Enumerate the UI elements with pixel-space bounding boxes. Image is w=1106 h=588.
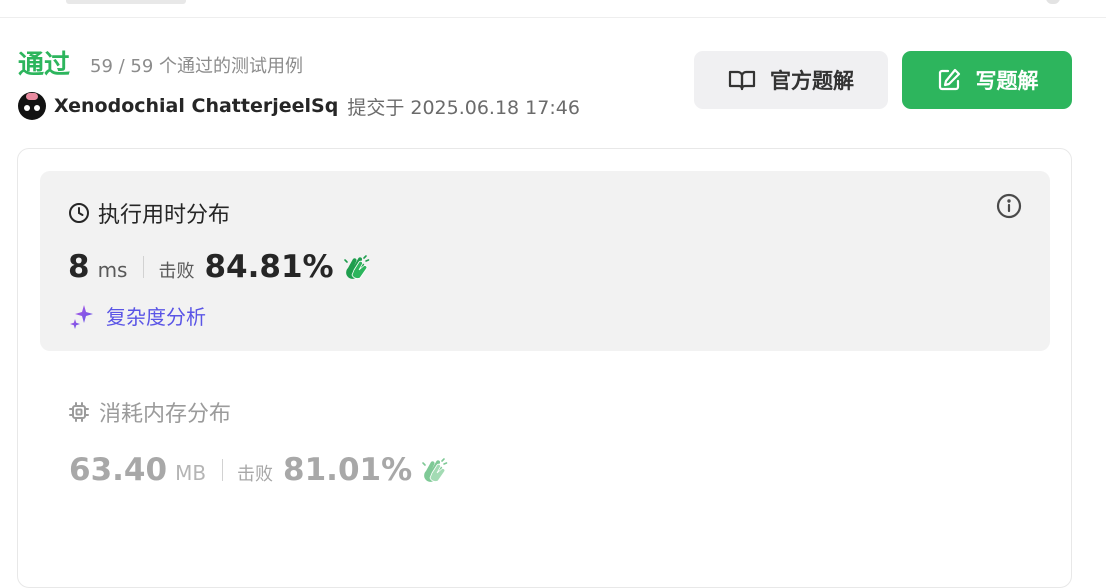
runtime-beat-percent: 84.81% bbox=[204, 249, 334, 285]
memory-beat-percent: 81.01% bbox=[283, 452, 413, 488]
sparkles-icon bbox=[68, 302, 96, 330]
write-solution-label: 写题解 bbox=[975, 69, 1039, 93]
official-solution-button[interactable]: 官方题解 bbox=[694, 51, 888, 109]
official-solution-label: 官方题解 bbox=[770, 69, 854, 93]
runtime-title-row: 执行用时分布 bbox=[68, 197, 230, 229]
top-bar bbox=[0, 0, 1106, 18]
memory-beat-label: 击败 bbox=[237, 464, 274, 485]
runtime-value: 8 bbox=[68, 249, 90, 285]
runtime-metric-row: 8 ms 击败 84.81% bbox=[68, 249, 370, 285]
clapping-hands-icon bbox=[420, 456, 448, 484]
result-card: 执行用时分布 8 ms 击败 84.81% 复杂度分析 bbox=[17, 148, 1072, 588]
memory-title-row[interactable]: 消耗内存分布 bbox=[67, 396, 231, 428]
runtime-beat-label: 击败 bbox=[158, 261, 195, 282]
runtime-panel[interactable]: 执行用时分布 8 ms 击败 84.81% 复杂度分析 bbox=[40, 171, 1050, 351]
memory-metric-row[interactable]: 63.40 MB 击败 81.01% bbox=[69, 452, 448, 488]
memory-title: 消耗内存分布 bbox=[99, 402, 232, 427]
submission-status: 通过 bbox=[18, 50, 71, 80]
runtime-title: 执行用时分布 bbox=[98, 203, 231, 228]
complexity-label: 复杂度分析 bbox=[106, 305, 206, 329]
author-row: Xenodochial ChatterjeelSq 提交于 2025.06.18… bbox=[18, 92, 580, 120]
memory-unit: MB bbox=[175, 461, 207, 485]
runtime-unit: ms bbox=[97, 258, 128, 282]
chip-icon bbox=[67, 400, 91, 424]
write-solution-button[interactable]: 写题解 bbox=[902, 51, 1072, 109]
test-case-summary: 59 / 59 个通过的测试用例 bbox=[90, 56, 304, 77]
edit-icon bbox=[936, 67, 962, 93]
avatar[interactable] bbox=[18, 92, 46, 120]
book-open-icon bbox=[728, 68, 756, 92]
author-name[interactable]: Xenodochial ChatterjeelSq bbox=[54, 95, 338, 117]
clapping-hands-icon bbox=[342, 253, 370, 281]
complexity-analysis-link[interactable]: 复杂度分析 bbox=[68, 301, 206, 330]
divider bbox=[222, 459, 224, 481]
clock-icon bbox=[68, 202, 90, 224]
top-bar-clipped-icon bbox=[1046, 0, 1060, 4]
top-bar-clipped-text bbox=[66, 0, 186, 4]
memory-value: 63.40 bbox=[69, 452, 168, 488]
divider bbox=[143, 256, 145, 278]
submitted-time: 提交于 2025.06.18 17:46 bbox=[347, 96, 580, 119]
info-circle-icon[interactable] bbox=[996, 193, 1022, 223]
